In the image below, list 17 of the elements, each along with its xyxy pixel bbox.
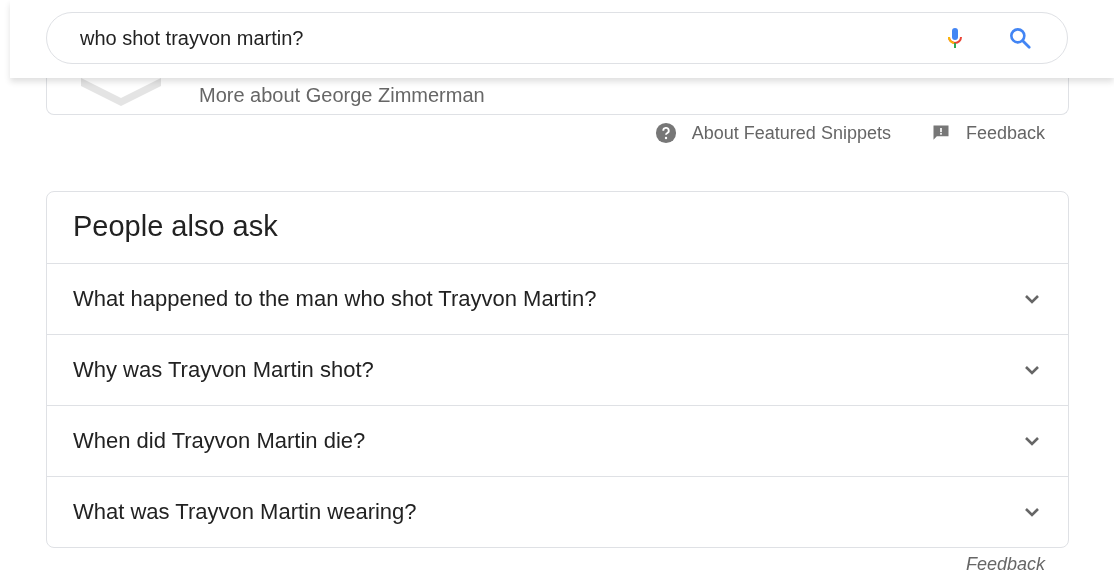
more-link[interactable]: More about George Zimmerman: [199, 83, 485, 107]
question-text: When did Trayvon Martin die?: [73, 428, 367, 454]
question-text: Why was Trayvon Martin shot?: [73, 357, 375, 383]
feedback-link[interactable]: Feedback: [965, 122, 1045, 144]
search-icon[interactable]: [1007, 25, 1033, 51]
search-field[interactable]: who shot trayvon martin?: [46, 12, 1068, 64]
about-link[interactable]: About Featured Snippets: [691, 122, 891, 144]
feedback-link[interactable]: Feedback: [965, 554, 1045, 572]
help-icon: [654, 122, 677, 144]
question-row[interactable]: When did Trayvon Martin die?: [47, 406, 1068, 477]
question-row[interactable]: What happened to the man who shot Trayvon Martin?: [47, 264, 1068, 335]
search-query: who shot trayvon martin?: [80, 26, 305, 50]
section-title: People also ask: [47, 192, 1068, 264]
question-row[interactable]: What was Trayvon Martin wearing?: [47, 477, 1068, 547]
question-text: What was Trayvon Martin wearing?: [73, 499, 418, 525]
question-row[interactable]: Why was Trayvon Martin shot?: [47, 335, 1068, 406]
question-text: What happened to the man who shot Trayvon Martin?: [73, 286, 598, 312]
